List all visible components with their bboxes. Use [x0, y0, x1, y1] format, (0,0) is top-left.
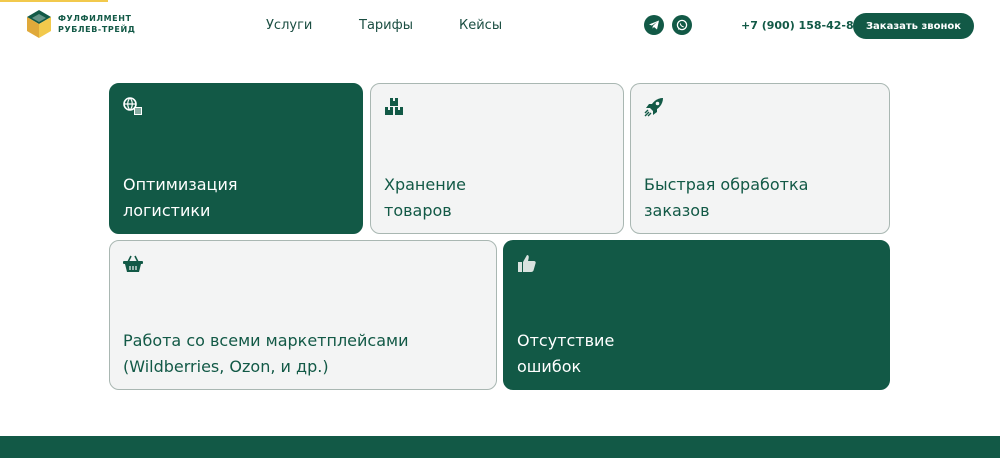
feature-title: Отсутствие ошибок — [517, 331, 615, 376]
nav-cases[interactable]: Кейсы — [459, 18, 502, 33]
cube-logo-icon — [27, 10, 51, 38]
whatsapp-icon — [676, 19, 688, 31]
logo[interactable]: ФУЛФИЛМЕНТ РУБЛЕВ-ТРЕЙД — [26, 9, 135, 39]
feature-card-logistics: Оптимизация логистики — [109, 83, 363, 234]
site-header: ФУЛФИЛМЕНТ РУБЛЕВ-ТРЕЙД Услуги Тарифы Ке… — [0, 0, 1000, 52]
feature-card-storage: Хранение товаров — [370, 83, 624, 234]
phone-link[interactable]: +7 (900) 158-42-88 — [741, 19, 861, 32]
logo-text: ФУЛФИЛМЕНТ РУБЛЕВ-ТРЕЙД — [58, 13, 135, 35]
thumbs-up-icon — [518, 255, 536, 272]
feature-card-marketplaces: Работа со всеми маркетплейсами (Wildberr… — [109, 240, 497, 390]
feature-title: Хранение товаров — [384, 175, 466, 220]
feature-title: Оптимизация логистики — [123, 175, 238, 220]
footer-band — [0, 436, 1000, 458]
feature-title: Работа со всеми маркетплейсами (Wildberr… — [123, 331, 409, 376]
boxes-icon — [385, 98, 403, 115]
feature-card-no-errors: Отсутствие ошибок — [503, 240, 890, 390]
feature-title: Быстрая обработка заказов — [644, 175, 809, 220]
rocket-icon — [644, 98, 663, 117]
telegram-link[interactable] — [644, 15, 664, 35]
feature-card-fast-processing: Быстрая обработка заказов — [630, 83, 890, 234]
telegram-icon — [649, 20, 659, 30]
basket-icon — [123, 255, 143, 272]
nav-tariffs[interactable]: Тарифы — [359, 18, 413, 33]
nav-services[interactable]: Услуги — [266, 18, 312, 33]
logo-line1: ФУЛФИЛМЕНТ — [58, 14, 132, 23]
order-call-button[interactable]: Заказать звонок — [853, 13, 974, 39]
globe-logistics-icon — [123, 97, 142, 115]
whatsapp-link[interactable] — [672, 15, 692, 35]
logo-line2: РУБЛЕВ-ТРЕЙД — [58, 25, 136, 34]
